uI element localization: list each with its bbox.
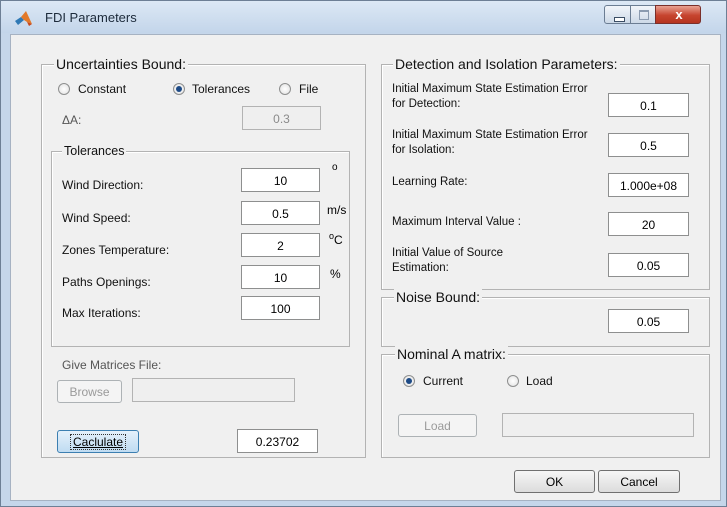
maximize-icon (639, 10, 649, 20)
tolerances-label[interactable]: Tolerances (192, 82, 250, 96)
maximize-button[interactable] (630, 5, 656, 24)
load-radio[interactable] (507, 375, 519, 387)
calculate-button[interactable]: Caclulate (57, 430, 139, 453)
constant-radio[interactable] (58, 83, 70, 95)
max-iterations-field[interactable]: 100 (241, 296, 320, 320)
file-radio[interactable] (279, 83, 291, 95)
delta-a-label: ΔA: (62, 113, 82, 127)
celsius-unit: oC (329, 231, 343, 247)
learning-rate-label: Learning Rate: (392, 176, 468, 188)
ok-button[interactable]: OK (514, 470, 595, 493)
browse-button[interactable]: Browse (57, 380, 122, 403)
detection-isolation-panel: Detection and Isolation Parameters: Init… (381, 56, 710, 290)
minimize-icon (614, 17, 625, 22)
close-button[interactable]: x (655, 5, 701, 24)
wind-speed-label: Wind Speed: (62, 211, 131, 225)
isolation-error-label: Initial Maximum State Estimation Error f… (392, 129, 588, 156)
noise-bound-title: Noise Bound: (394, 289, 483, 305)
detection-error-field[interactable]: 0.1 (608, 93, 689, 117)
tolerances-title: Tolerances (62, 144, 127, 158)
nominal-a-matrix-panel: Nominal A matrix: Current Load Load (381, 346, 710, 458)
delta-a-field[interactable]: 0.3 (242, 106, 321, 130)
minimize-button[interactable] (604, 5, 631, 24)
detection-isolation-title: Detection and Isolation Parameters: (393, 56, 620, 72)
uncertainties-bound-panel: Uncertainties Bound: Constant Tolerances… (41, 56, 366, 458)
matrices-file-label: Give Matrices File: (62, 358, 162, 372)
ms-unit: m/s (327, 203, 347, 217)
fdi-parameters-window: FDI Parameters x Uncertainties Bound: Co… (0, 0, 727, 507)
zones-temperature-label: Zones Temperature: (62, 243, 170, 257)
load-button[interactable]: Load (398, 414, 477, 437)
learning-rate-field[interactable]: 1.000e+08 (608, 173, 689, 197)
wind-direction-label: Wind Direction: (62, 178, 144, 192)
file-label[interactable]: File (299, 82, 318, 96)
noise-bound-panel: Noise Bound: 0.05 (381, 289, 710, 347)
detection-error-label: Initial Maximum State Estimation Error f… (392, 83, 588, 110)
tolerances-panel: Tolerances Wind Direction: 10 o Wind Spe… (51, 144, 350, 347)
current-label[interactable]: Current (423, 374, 463, 388)
cancel-button[interactable]: Cancel (598, 470, 680, 493)
constant-label[interactable]: Constant (78, 82, 126, 96)
calculate-label: Caclulate (69, 434, 127, 450)
max-interval-field[interactable]: 20 (608, 212, 689, 236)
wind-direction-field[interactable]: 10 (241, 168, 320, 192)
source-estimation-field[interactable]: 0.05 (608, 253, 689, 277)
noise-bound-field[interactable]: 0.05 (608, 309, 689, 333)
calculate-result-field[interactable]: 0.23702 (237, 429, 318, 453)
zones-temperature-field[interactable]: 2 (241, 233, 320, 257)
uncertainties-bound-title: Uncertainties Bound: (54, 56, 188, 72)
tolerances-radio[interactable] (173, 83, 185, 95)
title-bar[interactable]: FDI Parameters x (1, 1, 726, 33)
degree-unit: o (332, 162, 338, 173)
celsius-c: C (334, 233, 343, 247)
load-radio-label[interactable]: Load (526, 374, 553, 388)
matlab-logo-icon (15, 11, 32, 26)
source-estimation-label: Initial Value of Source Estimation: (392, 247, 504, 274)
nominal-matrix-path-field[interactable] (502, 413, 694, 437)
dialog-body: Uncertainties Bound: Constant Tolerances… (10, 34, 721, 501)
close-icon: x (675, 7, 683, 22)
percent-unit: % (330, 267, 341, 281)
window-title: FDI Parameters (45, 10, 137, 25)
paths-openings-field[interactable]: 10 (241, 265, 320, 289)
matrices-path-field[interactable] (132, 378, 295, 402)
max-iterations-label: Max Iterations: (62, 306, 141, 320)
wind-speed-field[interactable]: 0.5 (241, 201, 320, 225)
nominal-a-matrix-title: Nominal A matrix: (395, 346, 508, 362)
isolation-error-field[interactable]: 0.5 (608, 133, 689, 157)
max-interval-label: Maximum Interval Value : (392, 216, 521, 228)
current-radio[interactable] (403, 375, 415, 387)
paths-openings-label: Paths Openings: (62, 275, 151, 289)
